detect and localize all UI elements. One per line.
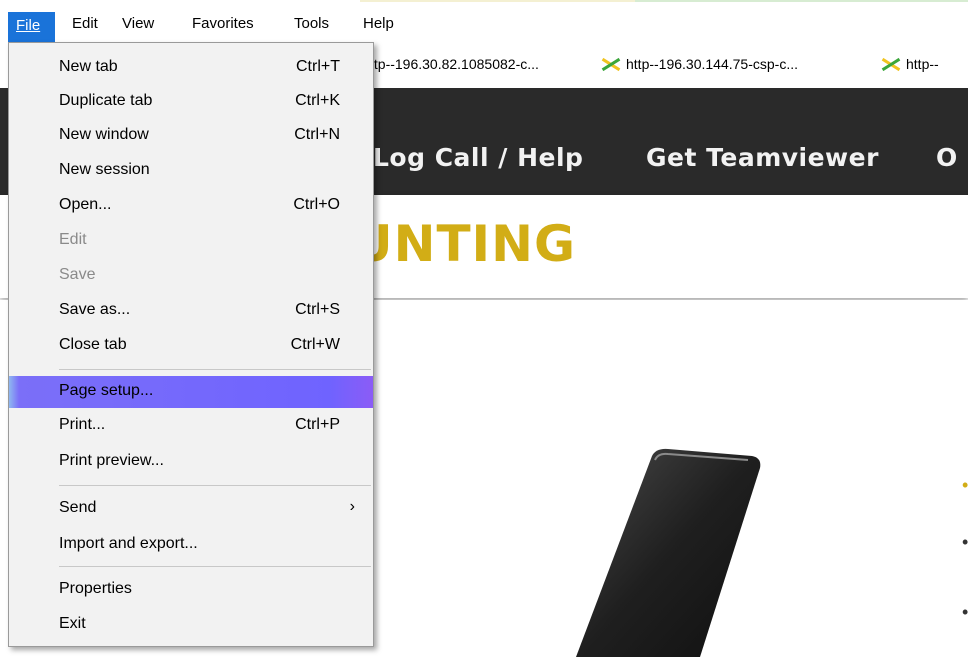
menu-item-label: Open...: [59, 196, 112, 213]
nav-link-log-call-help[interactable]: Log Call / Help: [373, 143, 583, 172]
menu-item-label: Edit: [59, 231, 87, 248]
menu-bar: File Edit View Favorites Tools Help: [0, 0, 968, 42]
menu-item-new-session[interactable]: New session: [9, 154, 373, 188]
menu-item-label: Close tab: [59, 336, 127, 353]
edge-text-2: •: [962, 532, 968, 552]
menu-item-label: Print preview...: [59, 452, 164, 469]
menu-item-save: Save: [9, 259, 373, 293]
menu-item-new-tab[interactable]: New tab Ctrl+T: [9, 51, 373, 85]
menu-item-label: Print...: [59, 416, 106, 433]
menu-item-label: Send: [59, 499, 97, 516]
menu-separator: [59, 369, 371, 370]
menu-item-duplicate-tab[interactable]: Duplicate tab Ctrl+K: [9, 85, 373, 119]
favorite-link-3-label: http--: [906, 56, 939, 72]
file-menu-dropdown: New tab Ctrl+T Duplicate tab Ctrl+K New …: [8, 42, 374, 647]
edge-text-1: •: [962, 475, 968, 495]
favorite-link-2[interactable]: http--196.30.144.75-csp-c...: [600, 56, 798, 72]
menu-file[interactable]: File: [8, 12, 55, 42]
menu-favorites[interactable]: Favorites: [184, 8, 262, 40]
menu-separator: [59, 566, 371, 567]
menu-item-shortcut: Ctrl+K: [295, 92, 340, 109]
menu-item-shortcut: Ctrl+T: [296, 58, 340, 75]
tab-strip-accent: [360, 0, 635, 2]
menu-item-exit[interactable]: Exit: [9, 608, 373, 642]
favorite-link-1[interactable]: ttp--196.30.82.1085082-c...: [370, 56, 539, 72]
menu-item-label: New tab: [59, 58, 118, 75]
menu-item-label: Save: [59, 266, 96, 283]
menu-item-send[interactable]: Send ›: [9, 492, 373, 526]
menu-tools[interactable]: Tools: [286, 8, 337, 40]
menu-item-shortcut: Ctrl+W: [290, 336, 340, 353]
favorite-link-3[interactable]: http--: [880, 56, 939, 72]
menu-item-edit: Edit: [9, 224, 373, 258]
menu-item-label: New window: [59, 126, 149, 143]
nav-link-get-teamviewer[interactable]: Get Teamviewer: [646, 143, 879, 172]
menu-item-shortcut: Ctrl+N: [294, 126, 340, 143]
menu-separator: [59, 485, 371, 486]
menu-view[interactable]: View: [114, 8, 162, 40]
favorite-site-icon: [600, 58, 622, 70]
menu-item-open[interactable]: Open... Ctrl+O: [9, 189, 373, 223]
site-logo-text: UNTING: [352, 215, 577, 273]
menu-item-label: Exit: [59, 615, 86, 632]
menu-item-properties[interactable]: Properties: [9, 573, 373, 607]
menu-item-close-tab[interactable]: Close tab Ctrl+W: [9, 329, 373, 363]
menu-item-page-setup[interactable]: Page setup...: [9, 376, 373, 408]
menu-item-shortcut: Ctrl+S: [295, 301, 340, 318]
menu-item-shortcut: Ctrl+O: [293, 196, 340, 213]
menu-item-label: New session: [59, 161, 150, 178]
menu-item-import-export[interactable]: Import and export...: [9, 528, 373, 562]
menu-item-save-as[interactable]: Save as... Ctrl+S: [9, 294, 373, 328]
menu-item-shortcut: Ctrl+P: [295, 416, 340, 433]
menu-edit[interactable]: Edit: [64, 8, 106, 40]
menu-help[interactable]: Help: [355, 8, 402, 40]
favorite-site-icon: [880, 58, 902, 70]
menu-item-label: Save as...: [59, 301, 131, 318]
nav-link-cutoff[interactable]: O: [936, 143, 958, 172]
menu-item-new-window[interactable]: New window Ctrl+N: [9, 119, 373, 153]
favorite-link-2-label: http--196.30.144.75-csp-c...: [626, 56, 798, 72]
menu-item-label: Page setup...: [59, 382, 154, 399]
edge-text-3: •: [962, 602, 968, 622]
menu-item-label: Properties: [59, 580, 132, 597]
menu-item-label: Import and export...: [59, 535, 198, 552]
menu-item-print-preview[interactable]: Print preview...: [9, 445, 373, 479]
tab-strip-accent-2: [635, 0, 968, 2]
menu-item-label: Duplicate tab: [59, 92, 153, 109]
menu-item-print[interactable]: Print... Ctrl+P: [9, 409, 373, 443]
chevron-right-icon: ›: [349, 498, 355, 515]
